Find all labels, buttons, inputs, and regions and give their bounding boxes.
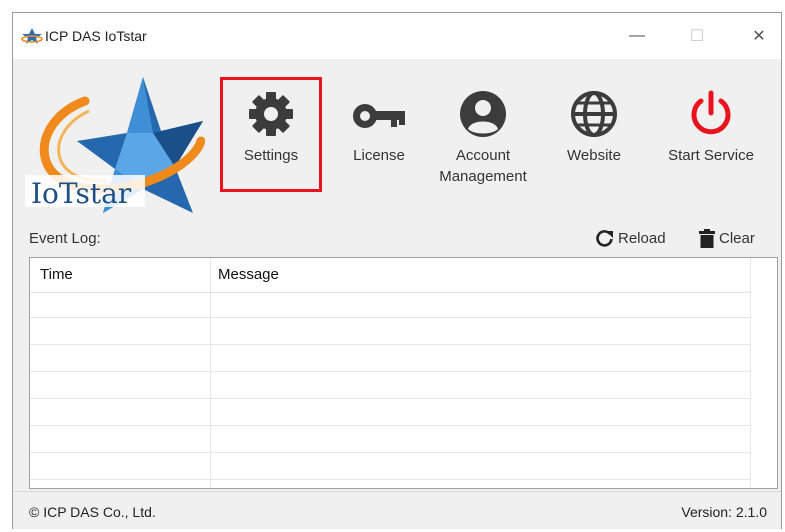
maximize-icon: ☐ (689, 28, 705, 45)
globe-icon (571, 91, 617, 137)
window-title: ICP DAS IoTstar (45, 28, 147, 44)
app-window: ICP DAS IoTstar — ☐ ✕ IoTstar Settings L… (12, 12, 782, 529)
maximize-button[interactable]: ☐ (677, 21, 717, 51)
account-label-line1: Account (455, 147, 511, 164)
key-icon (353, 104, 405, 128)
website-label: Website (567, 147, 621, 164)
column-header-time[interactable]: Time (40, 266, 73, 283)
trash-icon (699, 229, 715, 248)
iotstar-logo: IoTstar (25, 77, 205, 213)
event-log-label: Event Log: (29, 230, 101, 247)
table-row (30, 479, 750, 480)
power-icon (691, 90, 731, 135)
table-header: Time Message (30, 258, 750, 293)
reload-button[interactable]: Reload (596, 229, 666, 247)
column-divider (210, 258, 211, 488)
table-row (30, 371, 750, 372)
column-header-message[interactable]: Message (218, 266, 279, 283)
table-row (30, 452, 750, 453)
close-button[interactable]: ✕ (739, 21, 779, 51)
minimize-icon: — (629, 27, 645, 44)
title-bar: ICP DAS IoTstar — ☐ ✕ (13, 13, 781, 59)
start-service-button[interactable]: Start Service (653, 89, 769, 166)
account-management-button[interactable]: Account Management (428, 89, 538, 187)
license-label: License (353, 147, 405, 164)
copyright-text: © ICP DAS Co., Ltd. (29, 504, 156, 520)
close-icon: ✕ (752, 28, 766, 45)
clear-label: Clear (719, 230, 755, 247)
app-logo-icon (21, 28, 43, 44)
logo-text: IoTstar (31, 177, 132, 210)
column-divider (750, 258, 751, 488)
account-label-line2: Management (439, 168, 527, 185)
minimize-button[interactable]: — (617, 21, 657, 51)
event-log-table[interactable]: Time Message (29, 257, 778, 489)
table-row (30, 425, 750, 426)
table-row (30, 344, 750, 345)
website-button[interactable]: Website (559, 89, 629, 166)
start-service-label: Start Service (668, 147, 754, 164)
settings-highlight-box (220, 77, 322, 192)
license-button[interactable]: License (339, 89, 419, 166)
table-row (30, 398, 750, 399)
reload-label: Reload (618, 229, 666, 247)
reload-icon (596, 230, 613, 247)
version-text: Version: 2.1.0 (681, 504, 767, 520)
clear-button[interactable]: Clear (699, 229, 755, 248)
table-row (30, 317, 750, 318)
user-icon (460, 91, 506, 137)
